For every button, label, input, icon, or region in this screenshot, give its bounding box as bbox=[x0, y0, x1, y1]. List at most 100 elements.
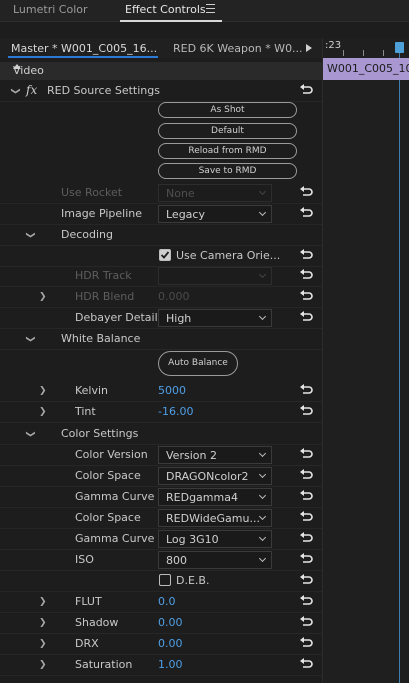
hdr-blend-label: HDR Blend bbox=[75, 290, 135, 303]
sequence-tab-bar: Master * W001_C005_16... RED 6K Weapon *… bbox=[0, 38, 322, 58]
flut-value[interactable]: 0.0 bbox=[158, 595, 176, 608]
fx-badge-icon[interactable]: fx bbox=[26, 83, 37, 97]
gamma-curve-2-dropdown[interactable]: Log 3G10 bbox=[158, 530, 272, 548]
save-rmd-button[interactable]: Save to RMD bbox=[158, 163, 297, 179]
kelvin-value[interactable]: 5000 bbox=[158, 384, 186, 397]
reset-icon[interactable] bbox=[299, 289, 313, 303]
color-settings-label: Color Settings bbox=[61, 427, 139, 440]
reset-icon[interactable] bbox=[299, 185, 313, 199]
prop-row-hdr-track: HDR Track bbox=[0, 266, 322, 287]
show-timeline-arrow-icon[interactable] bbox=[306, 44, 312, 52]
debayer-dropdown[interactable]: High bbox=[158, 309, 272, 327]
chevron-down-icon bbox=[258, 470, 267, 479]
tint-label: Tint bbox=[75, 405, 96, 418]
drx-value[interactable]: 0.00 bbox=[158, 637, 183, 650]
prop-row-deb: D.E.B. bbox=[0, 571, 322, 592]
reset-icon[interactable] bbox=[299, 552, 313, 566]
effect-timeline[interactable]: :23 W001_C005_101 bbox=[322, 38, 409, 683]
saturation-value[interactable]: 1.00 bbox=[158, 658, 183, 671]
chevron-open-icon[interactable]: ❯ bbox=[25, 231, 35, 239]
decoding-label: Decoding bbox=[61, 228, 114, 241]
reset-icon[interactable] bbox=[299, 206, 313, 220]
chevron-open-icon[interactable]: ❯ bbox=[25, 430, 35, 438]
color-version-dropdown[interactable]: Version 2 bbox=[158, 446, 272, 464]
color-version-value: Version 2 bbox=[166, 449, 217, 462]
prop-row-iso: ISO 800 bbox=[0, 550, 322, 571]
prop-row-color-space: Color Space DRAGONcolor2 bbox=[0, 466, 322, 487]
panel-menu-icon[interactable] bbox=[206, 4, 215, 13]
hdr-track-label: HDR Track bbox=[75, 269, 132, 282]
effect-row-red-source[interactable]: ❯ fx RED Source Settings bbox=[0, 81, 322, 102]
use-rocket-value: None bbox=[166, 187, 195, 200]
reset-icon[interactable] bbox=[299, 594, 313, 608]
reset-icon[interactable] bbox=[299, 83, 313, 97]
reset-icon[interactable] bbox=[299, 489, 313, 503]
deb-checkbox[interactable] bbox=[159, 574, 171, 586]
reset-icon[interactable] bbox=[299, 248, 313, 262]
scroll-up-icon[interactable] bbox=[13, 64, 21, 69]
prop-row-image-pipeline: Image Pipeline Legacy bbox=[0, 204, 322, 225]
chevron-right-icon[interactable]: ❯ bbox=[39, 660, 47, 670]
color-space-dropdown[interactable]: DRAGONcolor2 bbox=[158, 467, 272, 485]
use-camera-checkbox[interactable] bbox=[159, 249, 171, 261]
timeline-clip[interactable]: W001_C005_101 bbox=[323, 58, 409, 80]
chevron-right-icon[interactable]: ❯ bbox=[39, 597, 47, 607]
reset-icon[interactable] bbox=[299, 310, 313, 324]
reset-icon[interactable] bbox=[299, 657, 313, 671]
chevron-open-icon[interactable]: ❯ bbox=[10, 87, 20, 95]
reset-icon[interactable] bbox=[299, 404, 313, 418]
as-shot-button[interactable]: As Shot bbox=[158, 102, 297, 118]
prop-row-saturation: ❯ Saturation 1.00 bbox=[0, 655, 322, 676]
group-row-decoding[interactable]: ❯ Decoding bbox=[0, 225, 322, 246]
chevron-open-icon[interactable]: ❯ bbox=[25, 335, 35, 343]
chevron-right-icon[interactable]: ❯ bbox=[39, 407, 47, 417]
reset-icon[interactable] bbox=[299, 510, 313, 524]
color-space-2-value: REDWideGamu... bbox=[166, 512, 260, 525]
color-space-2-label: Color Space bbox=[75, 511, 141, 524]
use-rocket-dropdown: None bbox=[158, 184, 272, 202]
effect-name: RED Source Settings bbox=[47, 84, 160, 97]
gamma-curve-2-label: Gamma Curve bbox=[75, 532, 155, 545]
prop-row-gamma-curve-2: Gamma Curve Log 3G10 bbox=[0, 529, 322, 550]
tab-lumetri-color[interactable]: Lumetri Color bbox=[13, 3, 88, 16]
reset-icon[interactable] bbox=[299, 531, 313, 545]
reset-icon[interactable] bbox=[299, 636, 313, 650]
tint-value[interactable]: -16.00 bbox=[158, 405, 193, 418]
use-rocket-label: Use Rocket bbox=[61, 186, 123, 199]
iso-label: ISO bbox=[75, 553, 94, 566]
image-pipeline-dropdown[interactable]: Legacy bbox=[158, 205, 272, 223]
playhead-handle[interactable] bbox=[395, 42, 404, 53]
chevron-right-icon[interactable]: ❯ bbox=[39, 618, 47, 628]
tab-effect-controls[interactable]: Effect Controls bbox=[125, 3, 206, 16]
auto-balance-button[interactable]: Auto Balance bbox=[158, 351, 238, 376]
group-row-color-settings[interactable]: ❯ Color Settings bbox=[0, 424, 322, 445]
reset-icon[interactable] bbox=[299, 468, 313, 482]
reset-icon[interactable] bbox=[299, 447, 313, 461]
group-row-white-balance[interactable]: ❯ White Balance bbox=[0, 329, 322, 350]
reset-icon[interactable] bbox=[299, 615, 313, 629]
prop-row-debayer: Debayer Detail High bbox=[0, 308, 322, 329]
reload-rmd-button[interactable]: Reload from RMD bbox=[158, 143, 297, 159]
shadow-value[interactable]: 0.00 bbox=[158, 616, 183, 629]
reset-icon[interactable] bbox=[299, 573, 313, 587]
saturation-label: Saturation bbox=[75, 658, 133, 671]
default-button[interactable]: Default bbox=[158, 123, 297, 139]
tab-sequence-clip[interactable]: RED 6K Weapon * W0... bbox=[173, 42, 303, 55]
chevron-right-icon[interactable]: ❯ bbox=[39, 639, 47, 649]
gamma-curve-dropdown[interactable]: REDgamma4 bbox=[158, 488, 272, 506]
chevron-right-icon[interactable]: ❯ bbox=[39, 386, 47, 396]
prop-row-tint: ❯ Tint -16.00 bbox=[0, 402, 322, 423]
reset-icon[interactable] bbox=[299, 268, 313, 282]
color-space-label: Color Space bbox=[75, 469, 141, 482]
chevron-down-icon bbox=[258, 554, 267, 563]
prop-row-drx: ❯ DRX 0.00 bbox=[0, 634, 322, 655]
reset-icon[interactable] bbox=[299, 383, 313, 397]
iso-dropdown[interactable]: 800 bbox=[158, 551, 272, 569]
video-section-header: Video bbox=[0, 62, 322, 80]
gamma-curve-label: Gamma Curve bbox=[75, 490, 155, 503]
color-space-2-dropdown[interactable]: REDWideGamu... bbox=[158, 509, 272, 527]
chevron-right-icon[interactable]: ❯ bbox=[39, 292, 47, 302]
prop-row-use-camera: Use Camera Orie... bbox=[0, 246, 322, 267]
ruler-tick bbox=[343, 50, 344, 56]
tab-master-clip[interactable]: Master * W001_C005_16... bbox=[11, 42, 157, 55]
